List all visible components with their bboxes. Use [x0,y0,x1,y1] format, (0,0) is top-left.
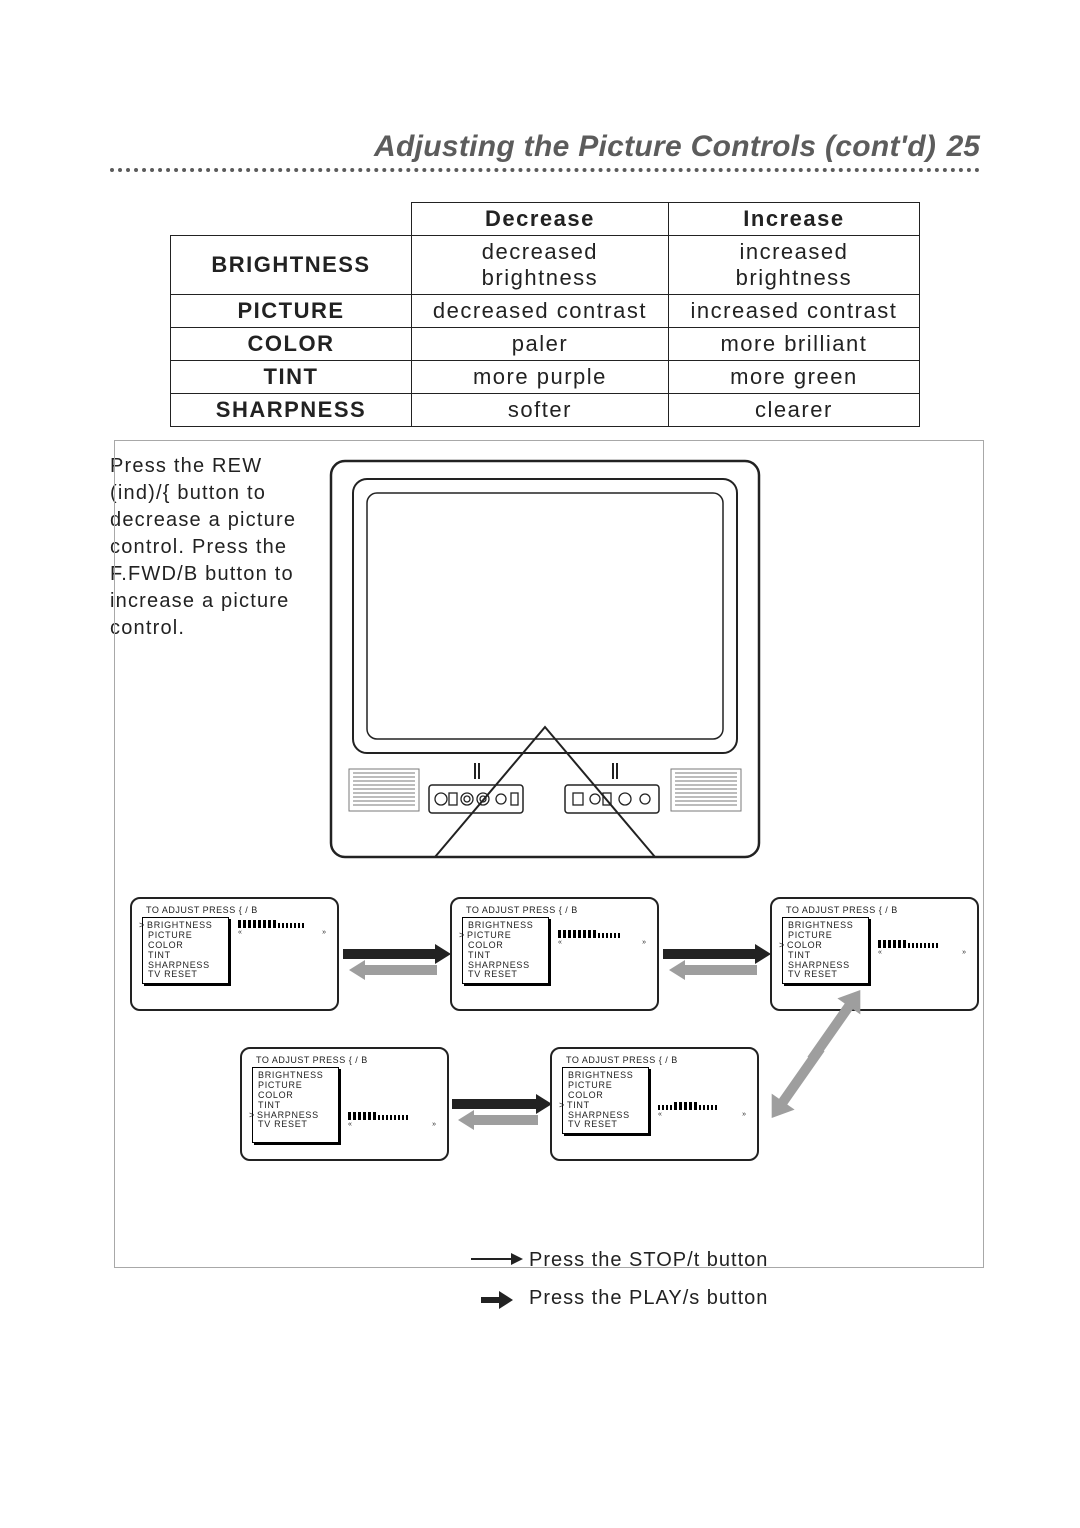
legend-row-play: Press the PLAY/s button [465,1285,785,1311]
legend-row-stop: Press the STOP/t button [465,1247,785,1273]
cell: more purple [412,361,669,394]
legend: Press the STOP/t button Press the PLAY/s… [465,1247,785,1311]
row-label: SHARPNESS [171,394,412,427]
arrow-right-icon [343,949,437,959]
cell: softer [412,394,669,427]
col-decrease: Decrease [412,203,669,236]
row-label: BRIGHTNESS [171,236,412,295]
menu-screen-tint: TO ADJUST PRESS { / B BRIGHTNESS PICTURE… [550,1047,759,1161]
legend-text: Press the PLAY/s button [529,1285,768,1311]
slider-icon: «» [345,1109,439,1143]
instructions-text: Press the REW (ind)/{ button to decrease… [110,453,315,642]
legend-text: Press the STOP/t button [529,1247,768,1273]
menu-header: TO ADJUST PRESS { / B [772,899,977,917]
cell: decreased brightness [412,236,669,295]
cell: more brilliant [668,328,919,361]
cell: decreased contrast [412,295,669,328]
menu-item: TV RESET [468,970,543,980]
slider-icon: «» [555,927,649,961]
menu-item: TV RESET [788,970,863,980]
menu-screen-picture: TO ADJUST PRESS { / B BRIGHTNESS PICTURE… [450,897,659,1011]
menu-screen-sharpness: TO ADJUST PRESS { / B BRIGHTNESS PICTURE… [240,1047,449,1161]
menu-panel: BRIGHTNESS PICTURE COLOR TINT SHARPNESS … [562,1067,649,1134]
table-row: BRIGHTNESS decreased brightness increase… [171,236,920,295]
tv-illustration [325,453,765,873]
menu-screen-brightness: TO ADJUST PRESS { / B BRIGHTNESS PICTURE… [130,897,339,1011]
table-corner-empty [171,203,412,236]
menu-item: TV RESET [258,1120,333,1130]
header-dotted-rule [110,168,980,172]
cell: clearer [668,394,919,427]
menu-screens-area: TO ADJUST PRESS { / B BRIGHTNESS PICTURE… [110,897,980,1217]
menu-header: TO ADJUST PRESS { / B [242,1049,447,1067]
slider-icon: «» [655,1099,749,1133]
table-row: SHARPNESS softer clearer [171,394,920,427]
slider-icon: «» [235,917,329,951]
menu-panel: BRIGHTNESS PICTURE COLOR TINT SHARPNESS … [462,917,549,984]
table-row: PICTURE decreased contrast increased con… [171,295,920,328]
row-label: PICTURE [171,295,412,328]
short-arrow-icon [465,1291,529,1309]
cell: increased contrast [668,295,919,328]
page-number: 25 [947,130,980,163]
arrow-right-icon [452,1099,538,1109]
manual-page: Adjusting the Picture Controls (cont'd) … [0,0,1080,1528]
cell: increased brightness [668,236,919,295]
menu-panel: BRIGHTNESS PICTURE COLOR TINT SHARPNESS … [252,1067,339,1143]
midrow: Press the REW (ind)/{ button to decrease… [110,453,980,873]
tv-icon [325,453,765,873]
cell: more green [668,361,919,394]
long-arrow-icon [465,1253,529,1265]
menu-item: TV RESET [568,1120,643,1130]
row-label: COLOR [171,328,412,361]
cell: paler [412,328,669,361]
slider-icon: «» [875,937,969,971]
menu-header: TO ADJUST PRESS { / B [452,899,657,917]
menu-header: TO ADJUST PRESS { / B [132,899,337,917]
row-label: TINT [171,361,412,394]
menu-item: TV RESET [148,970,223,980]
menu-panel: BRIGHTNESS PICTURE COLOR TINT SHARPNESS … [142,917,229,984]
table-row: TINT more purple more green [171,361,920,394]
arrow-left-icon [472,1115,538,1125]
picture-controls-table: Decrease Increase BRIGHTNESS decreased b… [170,202,920,427]
arrow-left-icon [683,965,757,975]
col-increase: Increase [668,203,919,236]
menu-screen-color: TO ADJUST PRESS { / B BRIGHTNESS PICTURE… [770,897,979,1011]
page-title-row: Adjusting the Picture Controls (cont'd) … [110,130,980,164]
page-title: Adjusting the Picture Controls (cont'd) [374,130,936,164]
menu-header: TO ADJUST PRESS { / B [552,1049,757,1067]
arrow-left-icon [363,965,437,975]
table-row: COLOR paler more brilliant [171,328,920,361]
arrow-right-icon [663,949,757,959]
menu-panel: BRIGHTNESS PICTURE COLOR TINT SHARPNESS … [782,917,869,984]
